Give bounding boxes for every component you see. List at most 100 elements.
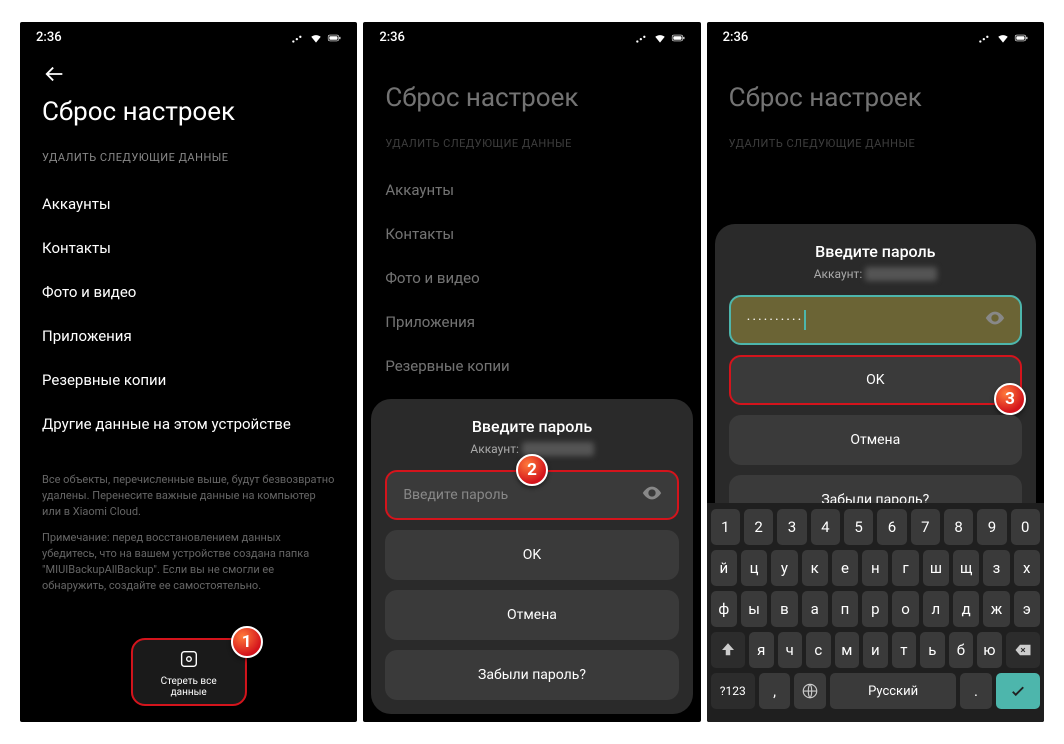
data-item-contacts[interactable]: Контакты: [42, 226, 335, 270]
erase-button-wrap: Стереть все данные 1: [131, 638, 247, 706]
keyboard: 1234567890 йцукенгшщзх фывапролджэ ячсми…: [707, 503, 1044, 722]
key[interactable]: 9: [977, 509, 1006, 545]
key[interactable]: м: [835, 632, 860, 668]
key[interactable]: ш: [923, 550, 949, 586]
key[interactable]: х: [1014, 550, 1040, 586]
check-icon: [1009, 682, 1027, 700]
key[interactable]: н: [862, 550, 888, 586]
data-item-apps: Приложения: [385, 300, 678, 344]
key[interactable]: в: [771, 591, 797, 627]
key[interactable]: 6: [877, 509, 906, 545]
kb-row-bottom: ?123 , Русский .: [711, 673, 1040, 709]
key[interactable]: л: [923, 591, 949, 627]
ok-button[interactable]: OK 3: [729, 355, 1022, 405]
key[interactable]: г: [892, 550, 918, 586]
key[interactable]: ы: [741, 591, 767, 627]
shift-key[interactable]: [711, 632, 745, 668]
key[interactable]: 0: [1011, 509, 1040, 545]
key[interactable]: т: [892, 632, 917, 668]
key[interactable]: 7: [911, 509, 940, 545]
network-icon: [291, 31, 305, 45]
forgot-password-button[interactable]: Забыли пароль?: [385, 650, 678, 700]
password-input[interactable]: ··········: [729, 295, 1022, 345]
key[interactable]: ж: [983, 591, 1009, 627]
ok-button[interactable]: OK: [385, 530, 678, 580]
key[interactable]: щ: [953, 550, 979, 586]
modal-title: Введите пароль: [385, 417, 678, 436]
key[interactable]: я: [749, 632, 774, 668]
key[interactable]: э: [1014, 591, 1040, 627]
key[interactable]: 8: [944, 509, 973, 545]
backspace-key[interactable]: [1006, 632, 1040, 668]
enter-key[interactable]: [996, 673, 1040, 709]
screenshot-container: 2:36 Сброс настроек УДАЛИТЬ СЛЕДУЮЩИЕ ДА…: [0, 0, 1064, 744]
key[interactable]: и: [863, 632, 888, 668]
key[interactable]: р: [862, 591, 888, 627]
key[interactable]: 3: [777, 509, 806, 545]
key[interactable]: о: [892, 591, 918, 627]
key[interactable]: а: [802, 591, 828, 627]
wifi-icon: [653, 31, 667, 45]
reset-icon: [178, 648, 200, 670]
data-item-accounts[interactable]: Аккаунты: [42, 182, 335, 226]
data-item-apps[interactable]: Приложения: [42, 314, 335, 358]
modal-title: Введите пароль: [729, 242, 1022, 261]
page-title: Сброс настроек: [729, 83, 1022, 113]
cancel-button[interactable]: Отмена: [385, 590, 678, 640]
comma-key[interactable]: ,: [759, 673, 791, 709]
key[interactable]: ч: [778, 632, 803, 668]
key[interactable]: д: [953, 591, 979, 627]
key[interactable]: 5: [844, 509, 873, 545]
key[interactable]: ь: [920, 632, 945, 668]
back-button[interactable]: [20, 49, 357, 93]
status-icons: [635, 31, 685, 45]
toggle-password-visibility[interactable]: [984, 307, 1006, 333]
status-time: 2:36: [379, 30, 405, 45]
key[interactable]: 2: [744, 509, 773, 545]
status-time: 2:36: [36, 30, 62, 45]
status-bar: 2:36: [707, 22, 1044, 49]
data-item-backups[interactable]: Резервные копии: [42, 358, 335, 402]
key[interactable]: ц: [741, 550, 767, 586]
key[interactable]: й: [711, 550, 737, 586]
language-key[interactable]: [794, 673, 826, 709]
key[interactable]: к: [802, 550, 828, 586]
phone-screen-1: 2:36 Сброс настроек УДАЛИТЬ СЛЕДУЮЩИЕ ДА…: [20, 22, 357, 722]
erase-all-button[interactable]: Стереть все данные 1: [131, 638, 247, 706]
arrow-left-icon: [44, 63, 66, 85]
erase-button-label: Стереть все данные: [161, 676, 217, 698]
period-key[interactable]: .: [960, 673, 992, 709]
modal-account-label: Аккаунт: xxxxxx: [729, 267, 1022, 281]
wifi-icon: [996, 31, 1010, 45]
kb-row-numbers: 1234567890: [711, 509, 1040, 545]
section-header: УДАЛИТЬ СЛЕДУЮЩИЕ ДАННЫЕ: [385, 137, 678, 150]
kb-row-4: ячсмитьбю: [711, 632, 1040, 668]
symbols-key[interactable]: ?123: [711, 673, 755, 709]
key[interactable]: б: [949, 632, 974, 668]
password-input[interactable]: Введите пароль 2: [385, 470, 678, 520]
data-item-other[interactable]: Другие данные на этом устройстве: [42, 402, 335, 446]
battery-icon: [671, 31, 685, 45]
cancel-button[interactable]: Отмена: [729, 415, 1022, 465]
key[interactable]: у: [771, 550, 797, 586]
annotation-badge-1: 1: [231, 626, 263, 658]
kb-row-3: фывапролджэ: [711, 591, 1040, 627]
key[interactable]: с: [806, 632, 831, 668]
spacebar[interactable]: Русский: [830, 673, 956, 709]
password-modal: Введите пароль Аккаунт: xxxxxx ·········…: [715, 224, 1036, 539]
phone-screen-2: 2:36 Сброс настроек УДАЛИТЬ СЛЕДУЮЩИЕ ДА…: [363, 22, 700, 722]
backspace-icon: [1014, 641, 1032, 659]
data-item-backups: Резервные копии: [385, 344, 678, 388]
section-header: УДАЛИТЬ СЛЕДУЮЩИЕ ДАННЫЕ: [729, 137, 1022, 150]
key[interactable]: ф: [711, 591, 737, 627]
key[interactable]: з: [983, 550, 1009, 586]
key[interactable]: 1: [711, 509, 740, 545]
toggle-password-visibility[interactable]: [641, 482, 663, 508]
key[interactable]: 4: [811, 509, 840, 545]
phone-screen-3: 2:36 Сброс настроек УДАЛИТЬ СЛЕДУЮЩИЕ ДА…: [707, 22, 1044, 722]
key[interactable]: ю: [977, 632, 1002, 668]
key[interactable]: е: [832, 550, 858, 586]
data-item-photos[interactable]: Фото и видео: [42, 270, 335, 314]
key[interactable]: п: [832, 591, 858, 627]
eye-icon: [984, 307, 1006, 329]
